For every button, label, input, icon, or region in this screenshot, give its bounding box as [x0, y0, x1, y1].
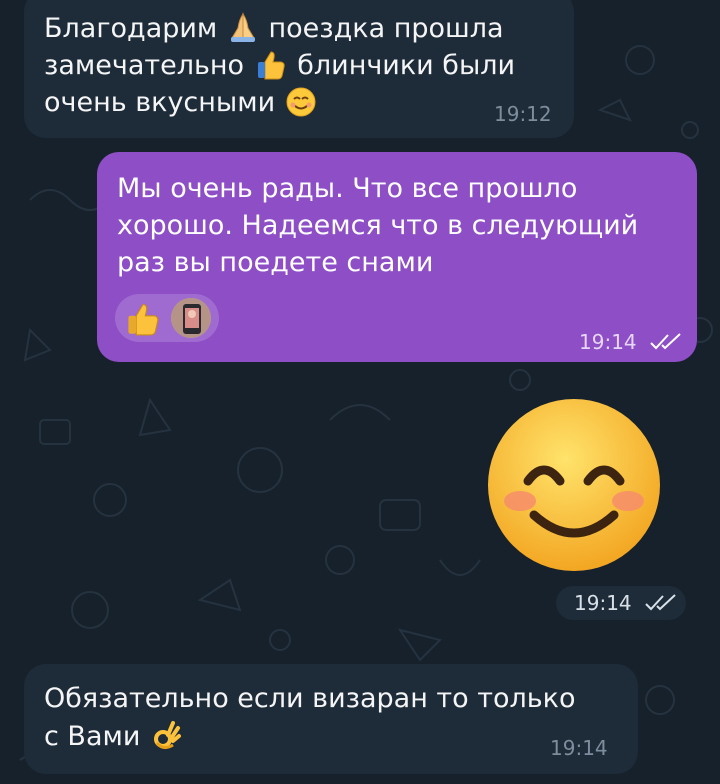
- message-line: Мы очень рады. Что все прошло: [117, 173, 578, 204]
- sticker-time-badge: 19:14: [556, 586, 686, 620]
- incoming-message-1[interactable]: Благодарим поездка прошла замечательно б…: [24, 0, 574, 138]
- message-time: 19:14: [579, 330, 637, 354]
- message-line: очень вкусными: [44, 84, 318, 121]
- read-double-check-icon: [645, 594, 676, 611]
- message-text: замечательно: [44, 50, 245, 81]
- message-line: хорошо. Надеемся что в следующий: [117, 210, 639, 241]
- message-time: 19:14: [550, 736, 608, 760]
- smiling-face-sticker[interactable]: [484, 395, 664, 575]
- message-line: Благодарим поездка прошла: [44, 10, 504, 47]
- message-text: с Вами: [44, 721, 141, 752]
- read-double-check-icon: [650, 333, 681, 350]
- reactions-bar[interactable]: [115, 294, 219, 342]
- message-text: Благодарим: [44, 13, 218, 44]
- message-line: с Вами: [44, 718, 183, 755]
- incoming-message-4[interactable]: Обязательно если визаран то только с Вам…: [24, 664, 638, 774]
- pray-emoji-icon: [230, 12, 255, 42]
- thumbs-up-reaction-icon[interactable]: [125, 300, 161, 336]
- thumbs-up-emoji-icon: [257, 51, 285, 80]
- message-time: 19:12: [494, 102, 552, 126]
- message-text: поездка прошла: [268, 13, 504, 44]
- ok-hand-emoji-icon: [154, 721, 182, 750]
- message-line: раз вы поедете снами: [117, 247, 434, 278]
- message-text: Обязательно если визаран то только: [44, 683, 576, 714]
- smiling-face-emoji-icon: [286, 87, 316, 117]
- message-text: блинчики были: [297, 50, 516, 81]
- avatar[interactable]: [171, 298, 211, 338]
- outgoing-message-2[interactable]: Мы очень рады. Что все прошло хорошо. На…: [97, 152, 697, 362]
- message-text: очень вкусными: [44, 87, 276, 118]
- message-time: 19:14: [574, 591, 632, 615]
- message-line: замечательно блинчики были: [44, 47, 515, 84]
- message-line: Обязательно если визаран то только: [44, 680, 576, 717]
